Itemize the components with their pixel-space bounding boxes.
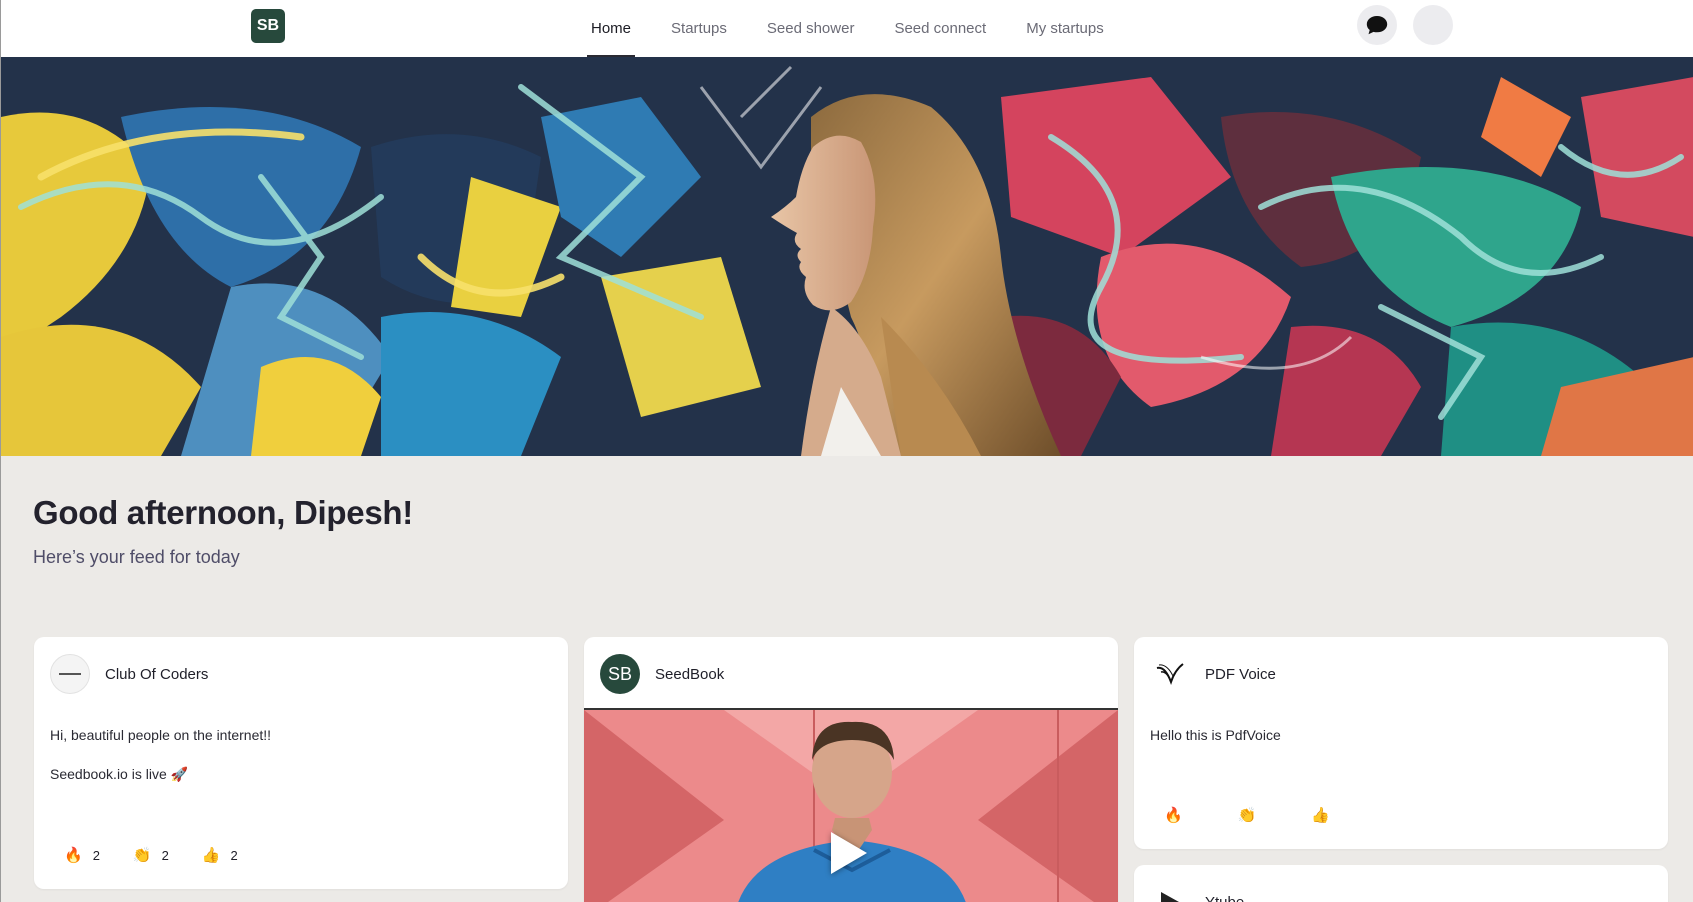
top-navbar: SB Home Startups Seed shower Seed connec…: [1, 0, 1693, 57]
reaction-thumbs-up-button[interactable]: 👍 2: [202, 846, 238, 864]
reaction-clap-button[interactable]: 👏 2: [133, 846, 169, 864]
quill-logo-icon: [1156, 663, 1184, 685]
thumbs-up-icon: 👍: [1311, 807, 1331, 824]
reactions-bar: 🔥 👏 👍: [1164, 806, 1373, 824]
thumbs-up-icon: 👍: [201, 847, 221, 864]
post-text-line: Seedbook.io is live 🚀: [50, 766, 189, 782]
greeting-subtitle: Here’s your feed for today: [33, 547, 240, 567]
feed-card-pdf-voice[interactable]: PDF Voice Hello this is PdfVoice 🔥 👏 👍: [1134, 637, 1668, 849]
nav-home[interactable]: Home: [586, 0, 636, 57]
clap-icon: 👏: [132, 847, 152, 864]
seedbook-logo[interactable]: SB: [251, 9, 285, 43]
clap-icon: 👏: [1237, 807, 1257, 824]
card-header: Club Of Coders: [50, 654, 208, 694]
play-icon[interactable]: [831, 832, 867, 874]
pdf-voice-avatar[interactable]: [1150, 654, 1190, 694]
fire-icon: 🔥: [1164, 807, 1183, 824]
feed-card-club-of-coders[interactable]: Club Of Coders Hi, beautiful people on t…: [34, 637, 568, 889]
reaction-count: 2: [230, 847, 238, 863]
ytube-avatar[interactable]: [1150, 882, 1190, 902]
feed-card-ytube[interactable]: Ytube: [1134, 865, 1668, 902]
greeting-title: Good afternoon, Dipesh!: [33, 494, 413, 531]
main-nav: Home Startups Seed shower Seed connect M…: [586, 0, 1144, 57]
hero-banner-image: [1, 57, 1693, 456]
club-of-coders-avatar[interactable]: [50, 654, 90, 694]
nav-seed-shower[interactable]: Seed shower: [767, 0, 855, 57]
nav-startups[interactable]: Startups: [671, 0, 727, 57]
seedbook-avatar[interactable]: SB: [600, 654, 640, 694]
messages-button[interactable]: [1357, 5, 1397, 45]
reaction-fire-button[interactable]: 🔥 2: [64, 846, 100, 864]
reactions-bar: 🔥 2 👏 2 👍 2: [64, 846, 271, 864]
avatar-initials: SB: [607, 663, 632, 684]
card-author-name[interactable]: SeedBook: [655, 666, 724, 683]
reaction-count: 2: [92, 847, 100, 863]
club-of-coders-logo-mark: [59, 673, 81, 675]
post-text-line: Hi, beautiful people on the internet!!: [50, 727, 272, 743]
page: SB Home Startups Seed shower Seed connec…: [0, 0, 1693, 902]
profile-avatar[interactable]: [1413, 5, 1453, 45]
ytube-logo-icon: [1161, 892, 1179, 902]
nav-seed-connect[interactable]: Seed connect: [894, 0, 986, 57]
post-text-line: Hello this is PdfVoice: [1150, 727, 1281, 743]
reaction-fire-button[interactable]: 🔥: [1164, 806, 1193, 824]
fire-icon: 🔥: [64, 847, 83, 864]
card-author-name[interactable]: Club Of Coders: [105, 666, 208, 683]
feed-card-seedbook[interactable]: SB SeedBook: [584, 637, 1118, 902]
card-header: SB SeedBook: [600, 654, 724, 694]
card-header: PDF Voice: [1150, 654, 1276, 694]
reaction-clap-button[interactable]: 👏: [1238, 806, 1267, 824]
video-player[interactable]: [584, 708, 1118, 902]
card-author-name[interactable]: PDF Voice: [1205, 666, 1276, 683]
card-author-name[interactable]: Ytube: [1205, 894, 1244, 902]
nav-my-startups[interactable]: My startups: [1026, 0, 1104, 57]
card-header: Ytube: [1150, 882, 1244, 902]
reaction-thumbs-up-button[interactable]: 👍: [1311, 806, 1340, 824]
reaction-count: 2: [161, 847, 169, 863]
chat-bubble-icon: [1366, 16, 1388, 35]
